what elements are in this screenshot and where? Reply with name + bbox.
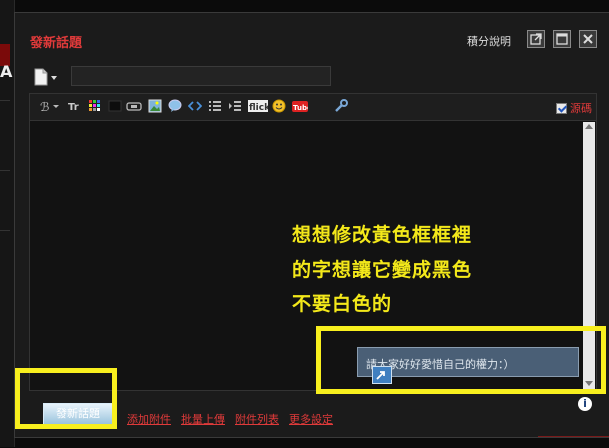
annotation-line-1: 想想修改黃色框框裡: [292, 224, 473, 246]
credits-help-link[interactable]: 積分說明: [467, 33, 511, 49]
subject-input[interactable]: [71, 66, 331, 86]
background-divider: [0, 100, 10, 101]
popout-icon: [530, 33, 542, 45]
youtube-icon[interactable]: Tube: [292, 99, 308, 113]
scroll-up-arrow-icon[interactable]: [585, 124, 593, 129]
annotation-line-3: 不要白色的: [292, 293, 393, 315]
code-icon[interactable]: [188, 99, 202, 113]
indent-icon[interactable]: [228, 99, 242, 113]
svg-text:flick: flick: [249, 103, 268, 113]
info-icon[interactable]: i: [578, 397, 592, 411]
popout-button[interactable]: [527, 30, 545, 48]
more-settings-link[interactable]: 更多設定: [289, 411, 333, 427]
editor-toolbar: ℬ Tr flick Tube 源碼: [30, 94, 596, 121]
highlight-frame-hint: [316, 326, 606, 394]
thread-type-dropdown[interactable]: [33, 67, 65, 87]
source-mode-label: 源碼: [570, 102, 592, 115]
font-dropdown-icon[interactable]: [52, 99, 60, 113]
smiley-icon[interactable]: [272, 99, 286, 113]
close-icon: [583, 34, 593, 44]
dialog-title: 發新話題: [30, 36, 83, 51]
background-divider: [0, 230, 10, 231]
link-icon[interactable]: [126, 99, 142, 113]
ordered-list-icon[interactable]: [208, 99, 222, 113]
font-size-icon[interactable]: Tr: [68, 99, 82, 113]
document-icon: [34, 68, 57, 86]
source-mode-toggle[interactable]: 源碼: [556, 100, 592, 116]
background-color-icon[interactable]: [108, 99, 122, 113]
svg-text:Tube: Tube: [293, 104, 308, 112]
background-divider: [0, 170, 10, 171]
annotation-line-2: 的字想讓它變成黑色: [292, 259, 473, 281]
chevron-down-icon: [51, 76, 57, 80]
image-icon[interactable]: [148, 99, 162, 113]
color-palette-icon[interactable]: [88, 99, 102, 113]
close-button[interactable]: [579, 30, 597, 48]
quote-icon[interactable]: [168, 99, 182, 113]
batch-upload-link[interactable]: 批量上傳: [181, 411, 225, 427]
flickr-icon[interactable]: flick: [248, 99, 268, 113]
add-attachment-link[interactable]: 添加附件: [127, 411, 171, 427]
source-mode-checkbox[interactable]: [556, 102, 567, 114]
attachment-list-link[interactable]: 附件列表: [235, 411, 279, 427]
maximize-icon: [556, 33, 568, 45]
svg-text:ℬ: ℬ: [40, 100, 49, 113]
background-edge: [538, 436, 609, 448]
highlight-frame-submit: [15, 368, 117, 429]
svg-text:Tr: Tr: [68, 102, 79, 113]
maximize-button[interactable]: [553, 30, 571, 48]
background-letter: A: [0, 62, 13, 81]
wrench-icon[interactable]: [334, 99, 348, 113]
